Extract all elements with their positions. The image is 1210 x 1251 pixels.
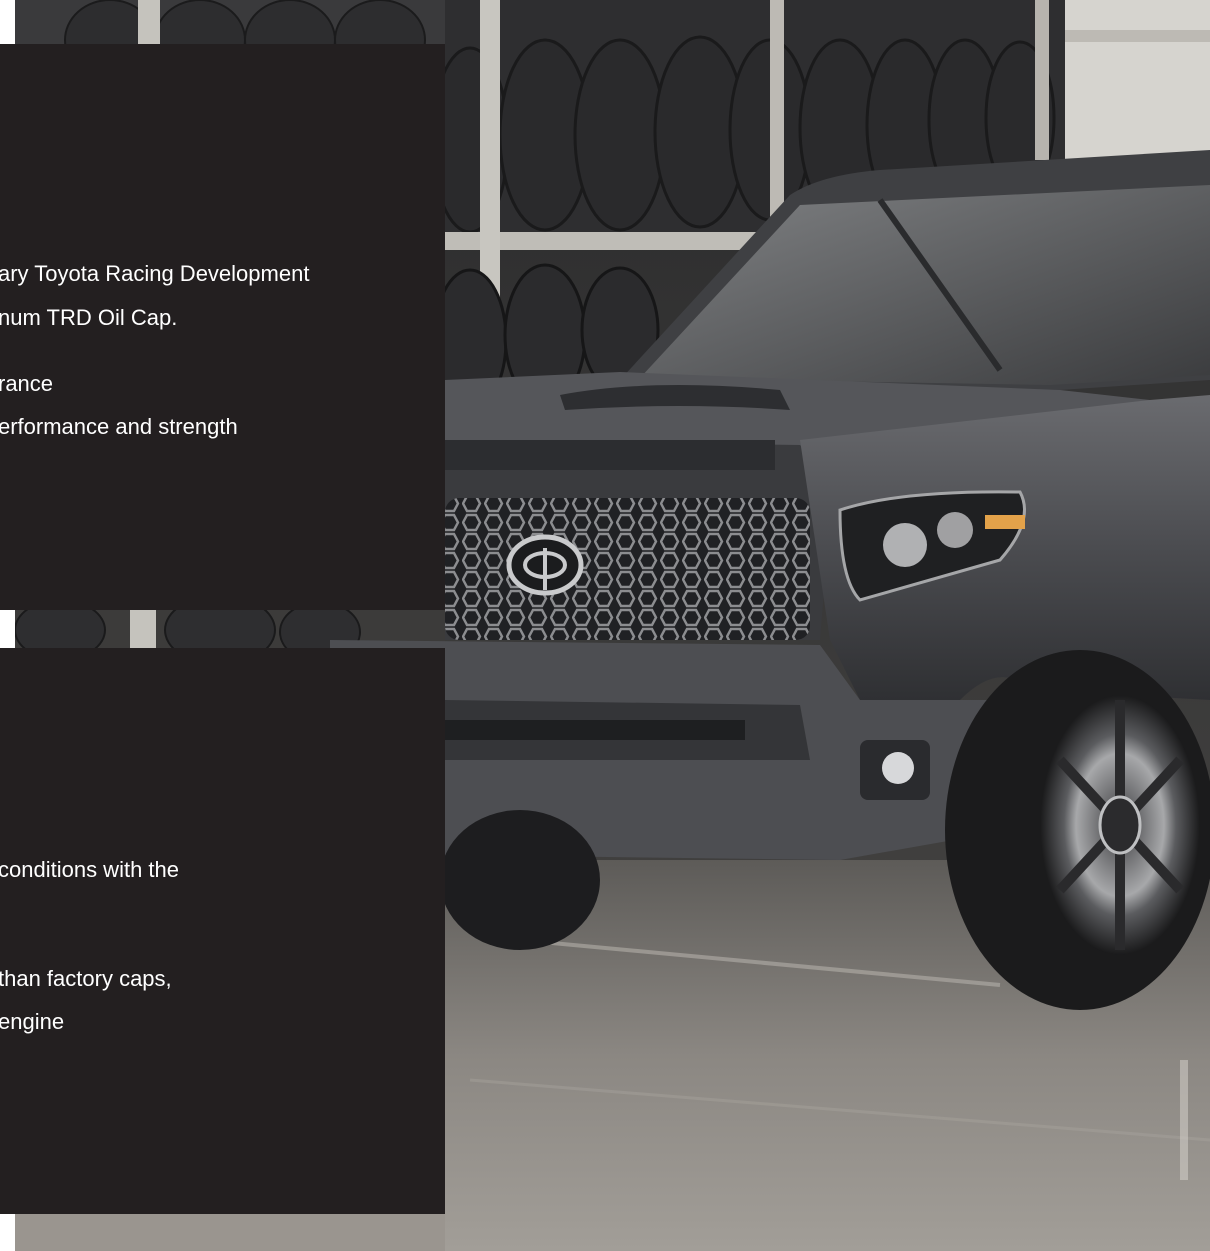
panel-top-line-2: num TRD Oil Cap. xyxy=(0,305,178,330)
page: ary Toyota Racing Development num TRD Oi… xyxy=(0,0,1210,1251)
panel-top-line-4: erformance and strength xyxy=(0,414,238,439)
panel-bottom-line-3: engine xyxy=(0,1009,65,1034)
panel-top-line-3: rance xyxy=(0,371,54,396)
feature-panel-top: ary Toyota Racing Development num TRD Oi… xyxy=(0,44,445,610)
panel-top-line-1: ary Toyota Racing Development xyxy=(0,261,310,286)
panel-bottom-line-2: than factory caps, xyxy=(0,966,172,991)
feature-panel-bottom: conditions with the than factory caps, e… xyxy=(0,648,445,1214)
panel-bottom-line-1: conditions with the xyxy=(0,857,179,882)
